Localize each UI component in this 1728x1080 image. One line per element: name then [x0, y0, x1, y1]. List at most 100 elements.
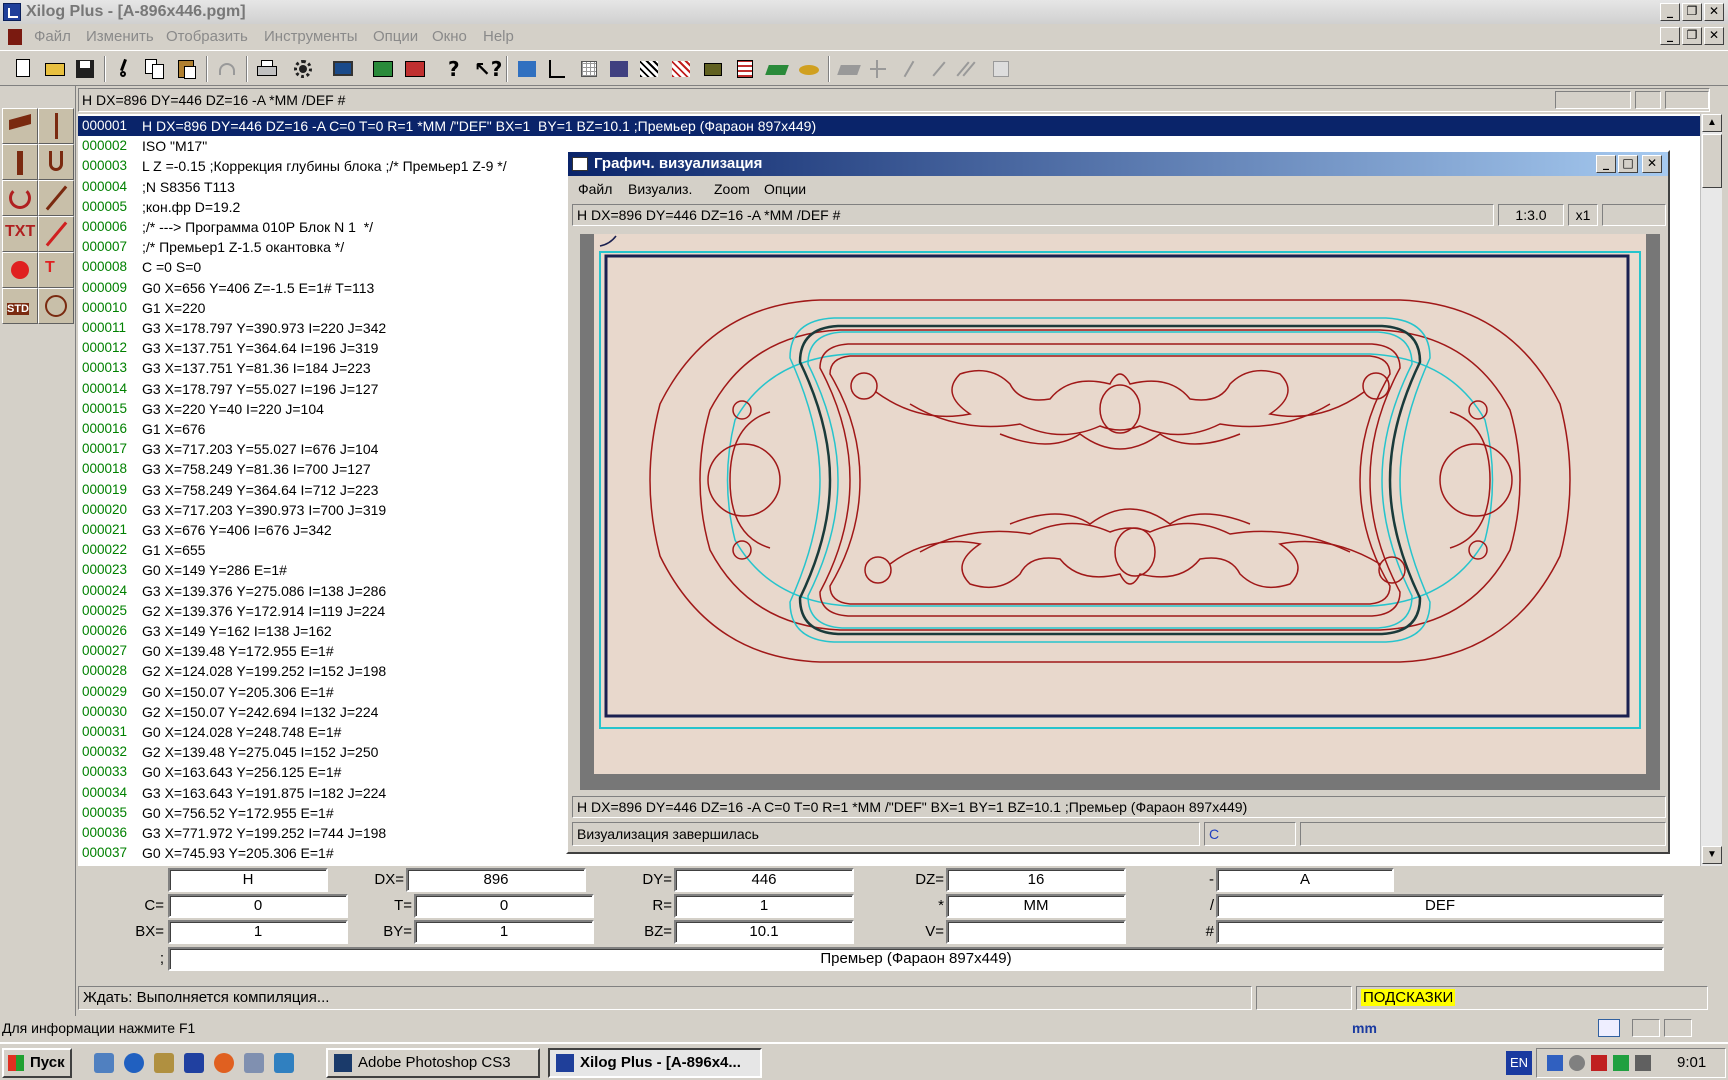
t-field[interactable]: 0: [414, 894, 594, 918]
drill-tool-icon[interactable]: [2, 108, 38, 144]
v-field[interactable]: [946, 920, 1126, 944]
c-field[interactable]: 0: [168, 894, 348, 918]
hints-label[interactable]: ПОДСКАЗКИ: [1361, 989, 1456, 1006]
units-field[interactable]: MM: [946, 894, 1126, 918]
graph-menu-visualize[interactable]: Визуализ.: [628, 178, 692, 200]
menu-file[interactable]: Файл: [34, 24, 71, 50]
settings-gear-icon[interactable]: [290, 57, 316, 81]
tray-disk-icon[interactable]: [1569, 1055, 1585, 1071]
compile-icon[interactable]: [370, 57, 396, 81]
copy-icon[interactable]: [142, 57, 168, 81]
vertical-scrollbar[interactable]: ▲ ▼: [1700, 114, 1722, 866]
tool-table-icon[interactable]: [796, 57, 822, 81]
def-field[interactable]: DEF: [1216, 894, 1664, 918]
save-icon[interactable]: [72, 57, 98, 81]
taskbar-photoshop[interactable]: Adobe Photoshop CS3: [326, 1048, 540, 1078]
tray-network-icon[interactable]: [1547, 1055, 1563, 1071]
line-tool-icon[interactable]: [38, 180, 74, 216]
comment-field[interactable]: Премьер (Фараон 897x449): [168, 947, 1664, 971]
notes-icon[interactable]: [1598, 1019, 1620, 1037]
saw-tool-icon[interactable]: [38, 108, 74, 144]
child-close-button[interactable]: ✕: [1704, 27, 1724, 45]
quicklaunch-firefox-icon[interactable]: [214, 1053, 234, 1073]
restore-button[interactable]: ❐: [1682, 3, 1702, 21]
language-indicator[interactable]: EN: [1506, 1051, 1532, 1075]
taskbar-xilog[interactable]: Xilog Plus - [A-896x4...: [548, 1048, 762, 1078]
cut-icon[interactable]: [112, 57, 138, 81]
child-minimize-button[interactable]: _: [1660, 27, 1680, 45]
code-line[interactable]: 000001 H DX=896 DY=446 DZ=16 -A C=0 T=0 R…: [78, 116, 1700, 136]
tray-volume-icon[interactable]: [1591, 1055, 1607, 1071]
tray-monitor-icon[interactable]: [1635, 1055, 1651, 1071]
bx-field[interactable]: 1: [168, 920, 348, 944]
clock-tool-icon[interactable]: [38, 288, 74, 324]
disabled-tool-4-icon[interactable]: [926, 57, 952, 81]
bz-field[interactable]: 10.1: [674, 920, 854, 944]
hatch-icon[interactable]: [636, 57, 662, 81]
menu-edit[interactable]: Изменить: [86, 24, 154, 50]
h-field[interactable]: H: [168, 868, 328, 892]
cut-line-tool-icon[interactable]: [38, 216, 74, 252]
dx-field[interactable]: 896: [406, 868, 586, 892]
text-tool-icon[interactable]: TXT: [2, 216, 38, 252]
disabled-tool-1-icon[interactable]: [836, 57, 862, 81]
graph-close-button[interactable]: ✕: [1642, 155, 1662, 173]
graph-menu-file[interactable]: Файл: [578, 178, 612, 200]
machine-icon[interactable]: [764, 57, 790, 81]
graph-minimize-button[interactable]: _: [1596, 155, 1616, 173]
tool-measure-icon[interactable]: [544, 57, 570, 81]
delete-pattern-icon[interactable]: [668, 57, 694, 81]
camera-icon[interactable]: [700, 57, 726, 81]
dz-field[interactable]: 16: [946, 868, 1126, 892]
quicklaunch-app-icon[interactable]: [154, 1053, 174, 1073]
route-tool-icon[interactable]: [2, 144, 38, 180]
quicklaunch-doc-icon[interactable]: [244, 1053, 264, 1073]
disabled-tool-2-icon[interactable]: [866, 57, 892, 81]
scroll-down-icon[interactable]: ▼: [1702, 846, 1722, 864]
list-icon[interactable]: [732, 57, 758, 81]
quicklaunch-ie-icon[interactable]: [124, 1053, 144, 1073]
tool-network-icon[interactable]: [514, 57, 540, 81]
open-folder-icon[interactable]: [42, 57, 68, 81]
minus-field[interactable]: A: [1216, 868, 1394, 892]
hash-field[interactable]: [1216, 920, 1664, 944]
monitor-icon[interactable]: [330, 57, 356, 81]
start-button[interactable]: Пуск: [2, 1048, 72, 1078]
scroll-up-icon[interactable]: ▲: [1702, 114, 1722, 132]
tray-battery-icon[interactable]: [1613, 1055, 1629, 1071]
menu-help[interactable]: Help: [483, 24, 514, 50]
child-restore-button[interactable]: ❐: [1682, 27, 1702, 45]
grid-icon[interactable]: [576, 57, 602, 81]
quicklaunch-desktop-icon[interactable]: [94, 1053, 114, 1073]
point-tool-icon[interactable]: [2, 252, 38, 288]
quicklaunch-browser-icon[interactable]: [274, 1053, 294, 1073]
print-icon[interactable]: [254, 57, 280, 81]
compile-run-icon[interactable]: [402, 57, 428, 81]
context-help-icon[interactable]: ↖?: [470, 57, 502, 81]
document-icon[interactable]: [8, 29, 22, 45]
paste-icon[interactable]: [174, 57, 200, 81]
close-button[interactable]: ✕: [1704, 3, 1724, 21]
disabled-tool-5-icon[interactable]: [956, 57, 982, 81]
arc-tool-icon[interactable]: [2, 180, 38, 216]
visualization-canvas[interactable]: [580, 234, 1660, 790]
menu-view[interactable]: Отобразить: [166, 24, 248, 50]
route-2-tool-icon[interactable]: [38, 144, 74, 180]
menu-window[interactable]: Окно: [432, 24, 467, 50]
menu-tools[interactable]: Инструменты: [264, 24, 358, 50]
std-tool-icon[interactable]: STD: [2, 288, 38, 324]
macro-tool-icon[interactable]: T: [38, 252, 74, 288]
app-icon[interactable]: [3, 3, 21, 21]
quicklaunch-save-icon[interactable]: [184, 1053, 204, 1073]
graph-menu-options[interactable]: Опции: [764, 178, 806, 200]
undo-icon[interactable]: [214, 57, 240, 81]
minimize-button[interactable]: _: [1660, 3, 1680, 21]
graph-menu-zoom[interactable]: Zoom: [714, 178, 750, 200]
help-icon[interactable]: ?: [440, 57, 466, 81]
r-field[interactable]: 1: [674, 894, 854, 918]
graph-maximize-button[interactable]: □: [1618, 155, 1638, 173]
disabled-tool-3-icon[interactable]: [896, 57, 922, 81]
disabled-tool-6-icon[interactable]: [988, 57, 1014, 81]
by-field[interactable]: 1: [414, 920, 594, 944]
new-file-icon[interactable]: [10, 57, 36, 81]
